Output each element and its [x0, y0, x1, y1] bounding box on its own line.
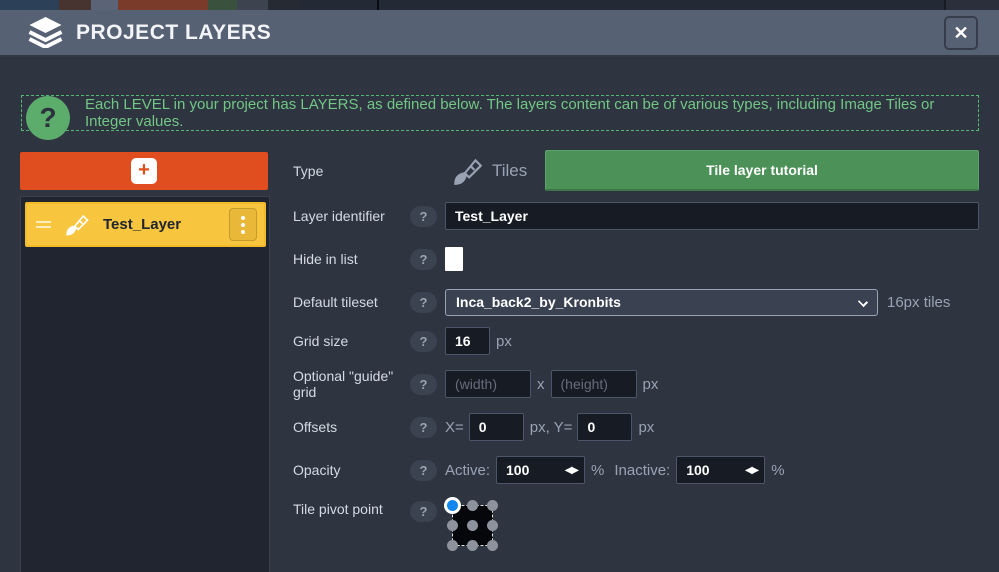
tile-layer-tutorial-button[interactable]: Tile layer tutorial — [545, 150, 979, 191]
pivot-dot-bottom-left[interactable] — [447, 540, 458, 551]
layer-list-item[interactable]: Test_Layer — [25, 202, 266, 247]
strip-segment — [0, 0, 59, 10]
stepper-arrows-icon[interactable]: ◀▶ — [565, 457, 578, 483]
pivot-dot-bottom-center[interactable] — [467, 540, 478, 551]
opacity-inactive-label: Inactive: — [614, 462, 670, 479]
row-default-tileset: Default tileset ? Inca_back2_by_Kronbits… — [293, 287, 999, 317]
row-layer-identifier: Layer identifier ? — [293, 201, 999, 231]
opacity-label: Opacity — [293, 462, 410, 478]
pivot-dot-middle-left[interactable] — [447, 520, 458, 531]
offset-y-input[interactable] — [577, 413, 632, 441]
pivot-dot-top-left[interactable] — [444, 497, 461, 514]
offset-x-prefix: X= — [445, 419, 464, 436]
background-app-strip — [0, 0, 999, 10]
info-banner: Each LEVEL in your project has LAYERS, a… — [21, 95, 979, 131]
row-type: Type Tiles Tile layer tutorial — [293, 150, 999, 191]
help-circle-icon: ? — [26, 96, 70, 140]
grid-size-label: Grid size — [293, 333, 410, 349]
row-opacity: Opacity ? Active: 100 ◀▶ % Inactive: 100… — [293, 455, 999, 485]
offsets-label: Offsets — [293, 419, 410, 435]
identifier-label: Layer identifier — [293, 208, 410, 224]
tileset-help-icon[interactable]: ? — [410, 292, 437, 313]
pivot-dot-top-center[interactable] — [467, 500, 478, 511]
tiles-brush-icon — [450, 154, 484, 188]
opacity-inactive-input[interactable]: 100 ◀▶ — [676, 456, 765, 484]
opacity-active-value: 100 — [497, 462, 529, 478]
grid-help-icon[interactable]: ? — [410, 331, 437, 352]
offsets-unit: px — [638, 419, 654, 436]
add-layer-button[interactable]: + — [20, 152, 268, 190]
default-tileset-value: Inca_back2_by_Kronbits — [456, 294, 621, 310]
strip-segment — [237, 0, 268, 10]
pivot-label: Tile pivot point — [293, 501, 410, 517]
strip-segment — [59, 0, 91, 10]
hide-label: Hide in list — [293, 251, 410, 267]
info-banner-text: Each LEVEL in your project has LAYERS, a… — [85, 96, 978, 130]
close-button[interactable]: ✕ — [944, 16, 978, 50]
offset-mid-label: px, Y= — [530, 419, 573, 436]
tileset-size-note: 16px tiles — [887, 294, 950, 311]
grid-size-unit: px — [496, 333, 512, 350]
stepper-arrows-icon[interactable]: ◀▶ — [745, 457, 758, 483]
tileset-label: Default tileset — [293, 294, 410, 310]
strip-segment — [268, 0, 298, 10]
pivot-dot-top-right[interactable] — [487, 500, 498, 511]
guide-width-input[interactable] — [445, 370, 531, 398]
opacity-active-label: Active: — [445, 462, 490, 479]
layer-options-kebab-button[interactable] — [229, 208, 257, 241]
opacity-inactive-value: 100 — [677, 462, 709, 478]
opacity-active-unit: % — [591, 462, 604, 479]
tile-pivot-widget — [445, 498, 501, 554]
type-value: Tiles — [492, 161, 527, 181]
tiles-brush-icon — [63, 211, 90, 238]
pivot-help-icon[interactable]: ? — [410, 501, 437, 522]
drag-handle-icon[interactable] — [36, 218, 51, 231]
strip-segment — [208, 0, 237, 10]
strip-segment — [298, 0, 377, 10]
hide-help-icon[interactable]: ? — [410, 249, 437, 270]
hide-in-list-checkbox[interactable] — [445, 247, 463, 271]
row-grid-size: Grid size ? px — [293, 326, 999, 356]
identifier-help-icon[interactable]: ? — [410, 206, 437, 227]
pivot-dot-bottom-right[interactable] — [487, 540, 498, 551]
default-tileset-select[interactable]: Inca_back2_by_Kronbits — [445, 289, 878, 316]
row-hide-in-list: Hide in list ? — [293, 244, 999, 274]
strip-segment — [118, 0, 208, 10]
offsets-help-icon[interactable]: ? — [410, 417, 437, 438]
layers-logo-icon — [27, 17, 64, 48]
plus-icon: + — [131, 158, 157, 184]
layer-identifier-input[interactable] — [445, 202, 979, 230]
guide-help-icon[interactable]: ? — [410, 374, 437, 395]
grid-size-input[interactable] — [445, 327, 490, 355]
row-offsets: Offsets ? X= px, Y= px — [293, 412, 999, 442]
offset-x-input[interactable] — [469, 413, 524, 441]
guide-height-input[interactable] — [551, 370, 637, 398]
layer-name: Test_Layer — [103, 216, 181, 233]
opacity-active-input[interactable]: 100 ◀▶ — [496, 456, 585, 484]
dialog-header: PROJECT LAYERS ✕ — [0, 10, 999, 57]
row-guide-grid: Optional "guide" grid ? x px — [293, 369, 999, 399]
guide-grid-label: Optional "guide" grid — [293, 368, 410, 400]
layers-list-panel: Test_Layer — [20, 196, 270, 572]
strip-segment — [91, 0, 118, 10]
opacity-help-icon[interactable]: ? — [410, 460, 437, 481]
pivot-dot-center[interactable] — [467, 520, 478, 531]
strip-segment — [946, 0, 999, 10]
pivot-dot-middle-right[interactable] — [487, 520, 498, 531]
strip-segment — [379, 0, 944, 10]
type-label: Type — [293, 163, 410, 179]
row-tile-pivot: Tile pivot point ? — [293, 498, 999, 556]
chevron-down-icon — [858, 296, 868, 306]
dialog-title: PROJECT LAYERS — [76, 21, 271, 45]
guide-separator: x — [537, 376, 545, 393]
guide-unit: px — [643, 376, 659, 393]
opacity-inactive-unit: % — [771, 462, 784, 479]
